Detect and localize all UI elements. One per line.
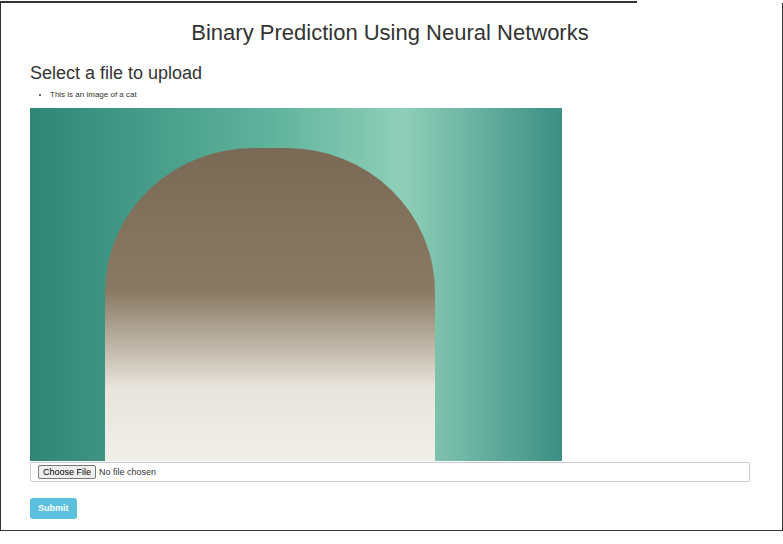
page: Binary Prediction Using Neural Networks S… (0, 0, 783, 544)
upload-heading: Select a file to upload (30, 62, 750, 84)
main-panel: Binary Prediction Using Neural Networks S… (0, 3, 783, 531)
cat-shape (105, 148, 435, 461)
cat-photo (30, 108, 562, 461)
file-input[interactable]: Choose FileNo file chosen (30, 462, 750, 482)
file-status: No file chosen (99, 466, 156, 478)
submit-button[interactable]: Submit (30, 498, 77, 519)
note-item: This is an image of a cat (39, 90, 750, 100)
note-list: This is an image of a cat (30, 90, 750, 100)
page-title: Binary Prediction Using Neural Networks (30, 3, 750, 46)
choose-file-button[interactable]: Choose File (38, 465, 96, 479)
